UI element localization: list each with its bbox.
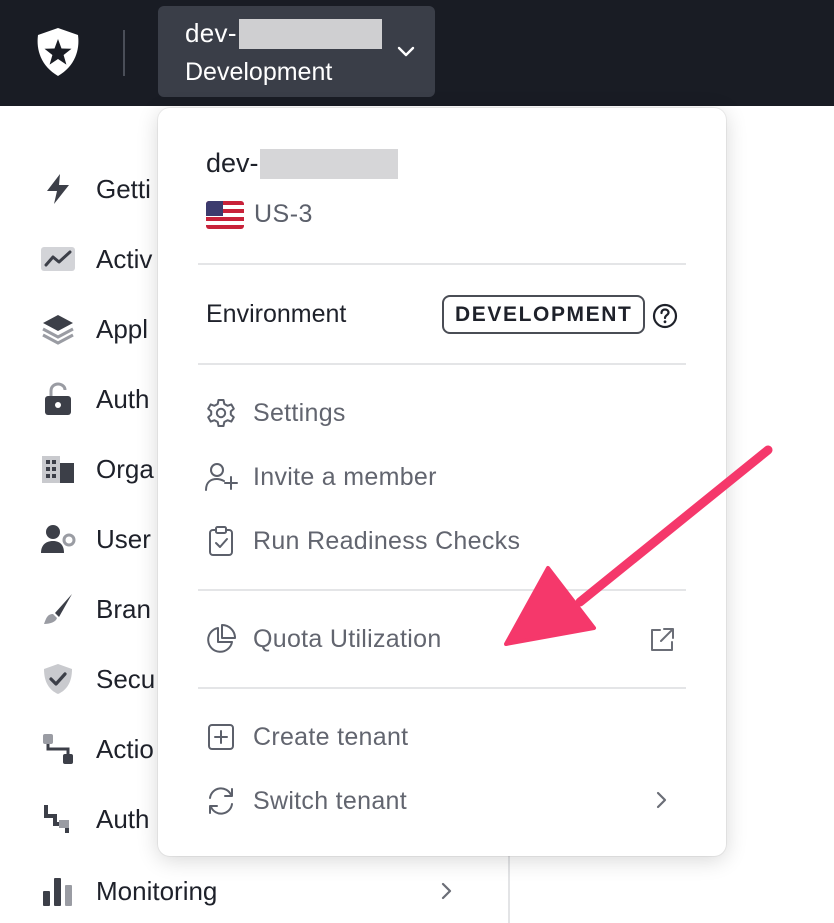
menu-item-label: Settings <box>253 398 346 427</box>
tenant-name: dev- <box>185 18 237 48</box>
menu-item-settings[interactable]: Settings <box>204 391 684 435</box>
sidebar-item-label: Getti <box>96 173 151 204</box>
gear-icon <box>204 396 238 430</box>
sidebar-item-label: Secu <box>96 663 156 694</box>
auth0-logo-icon[interactable] <box>32 26 84 78</box>
shield-check-icon <box>38 659 78 699</box>
us-flag-icon <box>206 200 244 229</box>
tenant-selector-button[interactable]: dev- Development <box>158 6 435 97</box>
sidebar-item-label: Auth <box>96 803 150 834</box>
sidebar-item-label: Auth <box>96 383 150 414</box>
menu-item-readiness-checks[interactable]: Run Readiness Checks <box>204 519 684 563</box>
sidebar-item-label: Activ <box>96 243 153 274</box>
help-circle-icon[interactable] <box>652 303 678 329</box>
menu-item-label: Switch tenant <box>253 786 407 815</box>
menu-tenant-name: dev- <box>206 148 398 179</box>
plus-square-icon <box>204 720 238 754</box>
bar-chart-icon <box>38 871 78 911</box>
menu-item-label: Quota Utilization <box>253 624 442 653</box>
top-bar: dev- Development <box>0 0 834 106</box>
tenant-environment: Development <box>185 58 333 86</box>
topbar-divider <box>123 30 125 76</box>
menu-divider <box>198 263 686 265</box>
sidebar-item-label: Monitoring <box>96 875 218 906</box>
menu-divider <box>198 687 686 689</box>
pipeline-icon <box>38 799 78 839</box>
refresh-icon <box>204 784 238 818</box>
menu-item-quota-utilization[interactable]: Quota Utilization <box>204 617 684 661</box>
redacted-tenant-id <box>238 18 382 49</box>
redacted-tenant-id <box>259 148 398 179</box>
sidebar-item-label: Actio <box>96 733 154 764</box>
menu-divider <box>198 363 686 365</box>
user-plus-icon <box>204 460 238 494</box>
layers-icon <box>38 309 78 349</box>
menu-item-switch-tenant[interactable]: Switch tenant <box>204 779 684 823</box>
tenant-dropdown-menu: dev- US-3 Environment DEVELOPMENT Settin… <box>158 108 726 856</box>
clipboard-check-icon <box>204 524 238 558</box>
region-row: US-3 <box>206 200 313 229</box>
sidebar-item-label: Orga <box>96 453 154 484</box>
sidebar-item-label: User <box>96 523 151 554</box>
chevron-right-icon[interactable] <box>652 788 672 812</box>
brush-icon <box>38 589 78 629</box>
environment-label: Environment <box>206 300 347 328</box>
menu-item-label: Invite a member <box>253 462 437 491</box>
sidebar-divider <box>508 855 510 923</box>
environment-badge: DEVELOPMENT <box>442 295 646 334</box>
sidebar-item-label: Appl <box>96 313 149 344</box>
user-gear-icon <box>38 519 78 559</box>
chevron-right-icon[interactable] <box>437 880 455 902</box>
unlock-icon <box>38 379 78 419</box>
menu-item-invite-member[interactable]: Invite a member <box>204 455 684 499</box>
menu-item-label: Create tenant <box>253 722 409 751</box>
activity-chart-icon <box>38 239 78 279</box>
region-label: US-3 <box>254 200 313 228</box>
chevron-down-icon <box>397 46 415 57</box>
buildings-icon <box>38 449 78 489</box>
lightning-icon <box>38 169 78 209</box>
menu-item-label: Run Readiness Checks <box>253 526 521 555</box>
menu-item-create-tenant[interactable]: Create tenant <box>204 715 684 759</box>
pie-chart-icon <box>204 622 238 656</box>
sidebar-item-label: Bran <box>96 593 151 624</box>
menu-tenant-name-text: dev- <box>206 148 259 178</box>
flow-icon <box>38 729 78 769</box>
menu-divider <box>198 589 686 591</box>
external-link-icon[interactable] <box>648 626 676 654</box>
